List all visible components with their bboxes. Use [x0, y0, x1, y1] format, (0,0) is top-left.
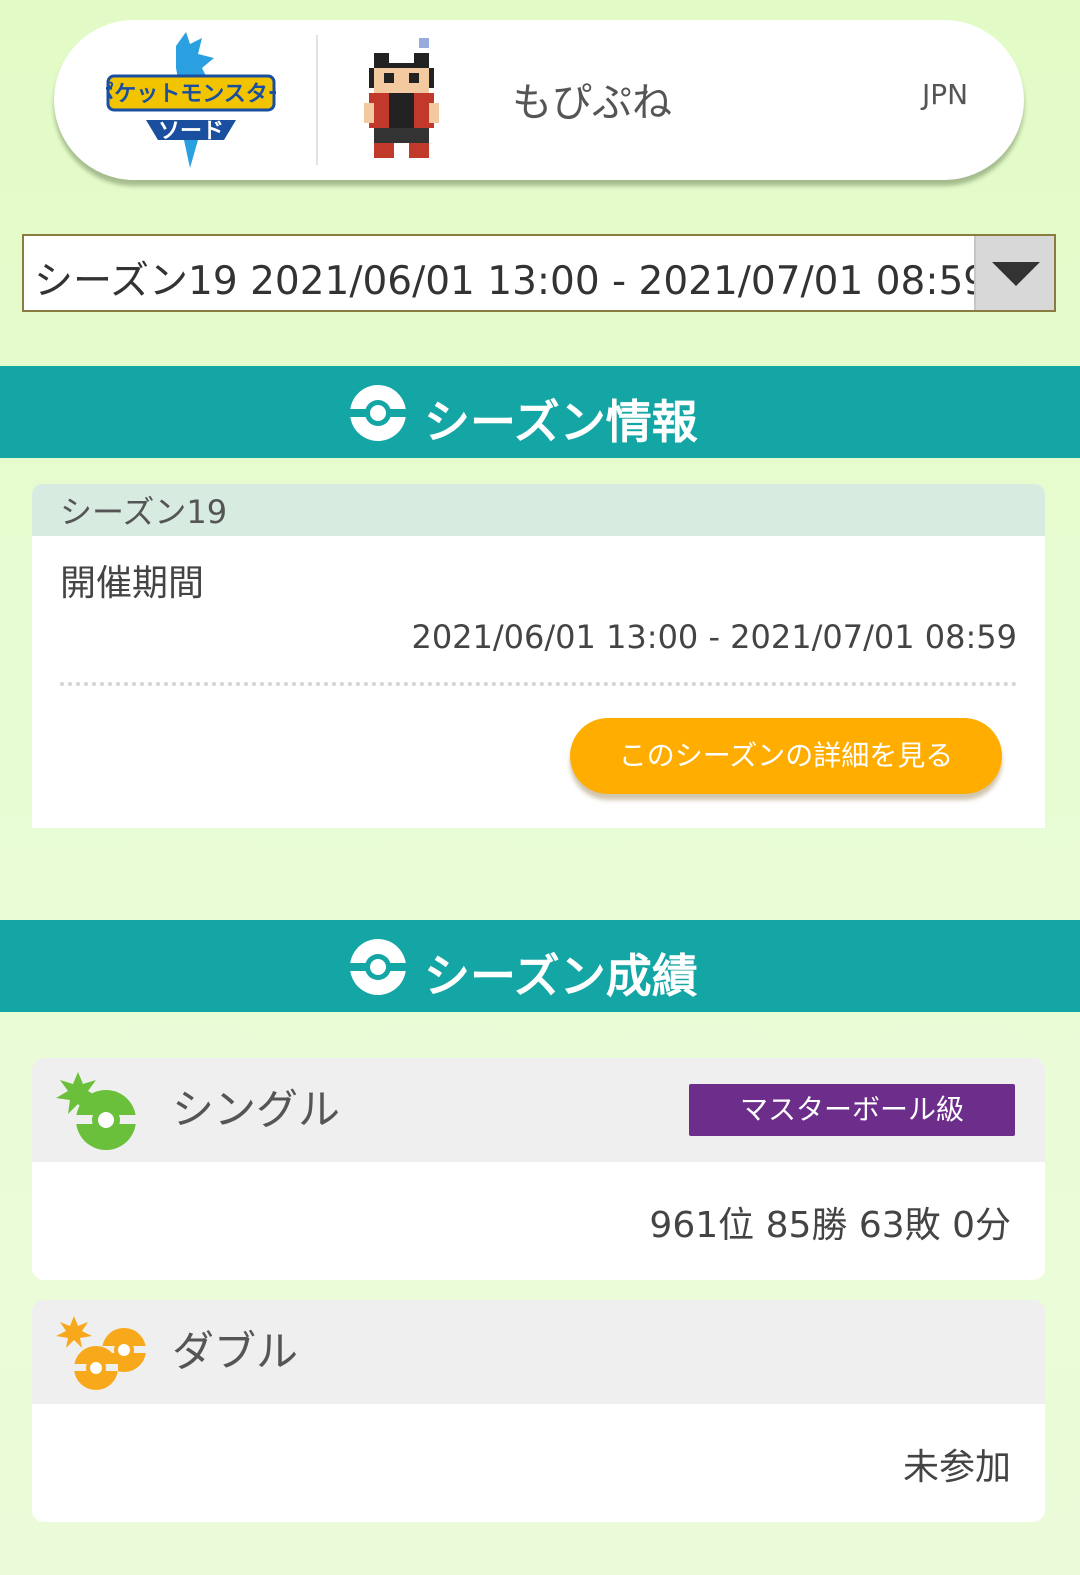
season-card-header: シーズン19 [32, 484, 1045, 536]
season-select[interactable]: シーズン19 2021/06/01 13:00 - 2021/07/01 08:… [22, 234, 1056, 312]
rank-badge: マスターボール級 [689, 1084, 1015, 1136]
poke-ball-icon [348, 385, 408, 441]
single-battle-header: シングル マスターボール級 [32, 1058, 1045, 1162]
game-logo: ポケットモンスター ソード [92, 28, 290, 173]
poke-ball-icon [348, 939, 408, 995]
section-title: シーズン情報 [424, 395, 698, 449]
section-title: シーズン成績 [424, 949, 698, 1003]
season-select-toggle[interactable] [974, 236, 1054, 310]
profile-divider [316, 35, 318, 165]
single-battle-result: 961位 85勝 63敗 0分 [649, 1205, 1011, 1246]
double-battle-result: 未参加 [902, 1447, 1011, 1488]
chevron-down-icon [992, 262, 1040, 286]
season-name: シーズン19 [60, 493, 228, 531]
profile-card: ポケットモンスター ソード もぴぷね JPN [54, 20, 1024, 180]
single-battle-icon [56, 1072, 136, 1150]
trainer-avatar [354, 38, 449, 163]
single-battle-title: シングル [172, 1085, 341, 1134]
season-results-band: シーズン成績 [0, 920, 1080, 1012]
double-battle-header: ダブル [32, 1300, 1045, 1404]
season-info-card: シーズン19 開催期間 2021/06/01 13:00 - 2021/07/0… [32, 484, 1045, 828]
region-label: JPN [922, 78, 969, 111]
season-info-band: シーズン情報 [0, 366, 1080, 458]
season-select-value: シーズン19 2021/06/01 13:00 - 2021/07/01 08:… [34, 259, 989, 304]
period-value: 2021/06/01 13:00 - 2021/07/01 08:59 [411, 618, 1017, 656]
single-battle-card: シングル マスターボール級 961位 85勝 63敗 0分 [32, 1058, 1045, 1280]
dotted-divider [60, 682, 1017, 686]
season-detail-button[interactable]: このシーズンの詳細を見る [570, 718, 1002, 794]
double-battle-title: ダブル [172, 1327, 299, 1376]
svg-text:ポケットモンスター: ポケットモンスター [106, 81, 276, 107]
player-name: もぴぷね [512, 80, 672, 126]
double-battle-icon [56, 1316, 146, 1390]
double-battle-card: ダブル 未参加 [32, 1300, 1045, 1522]
period-label: 開催期間 [60, 563, 205, 604]
